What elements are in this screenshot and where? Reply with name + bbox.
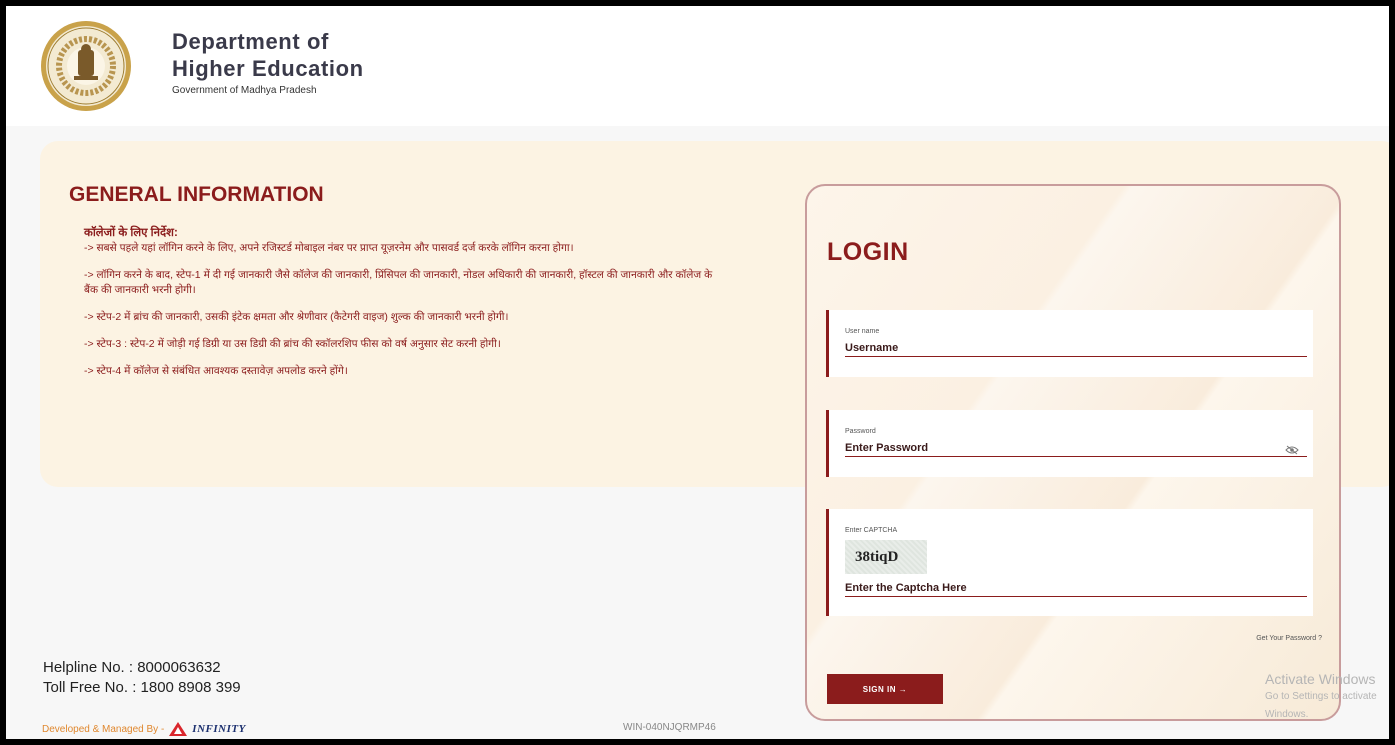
infinity-logo-icon xyxy=(169,722,188,736)
instructions: कॉलेजों के लिए निर्देश: -> सबसे पहले यहा… xyxy=(84,226,724,391)
activate-windows-line1: Activate Windows xyxy=(1265,671,1376,687)
developed-by-label: Developed & Managed By - xyxy=(42,723,165,735)
page: Department of Higher Education Governmen… xyxy=(6,6,1389,739)
captcha-image: 38tiqD xyxy=(845,540,927,574)
password-label: Password xyxy=(845,428,876,435)
login-card: LOGIN User name Password Enter CAPTCHA 3… xyxy=(805,184,1341,721)
machine-id: WIN-040NJQRMP46 xyxy=(623,722,716,733)
state-emblem-icon xyxy=(41,21,131,111)
helpline-info: Helpline No. : 8000063632 Toll Free No. … xyxy=(43,658,241,698)
department-title-line1: Department of xyxy=(172,29,329,54)
developer-credit: Developed & Managed By - INFINITY xyxy=(42,722,246,736)
sign-in-button[interactable]: SIGN IN → xyxy=(827,674,943,704)
instruction-item: -> सबसे पहले यहां लॉगिन करने के लिए, अपन… xyxy=(84,242,574,254)
infinity-logo-text: INFINITY xyxy=(192,723,246,735)
get-password-link[interactable]: Get Your Password ? xyxy=(1256,635,1322,642)
username-field-box: User name xyxy=(826,310,1313,377)
instruction-item: -> स्टेप-2 में ब्रांच की जानकारी, उसकी इ… xyxy=(84,311,509,323)
instructions-heading: कॉलेजों के लिए निर्देश: xyxy=(84,227,178,239)
instruction-item: -> स्टेप-3 : स्टेप-2 में जोड़ी गई डिग्री… xyxy=(84,338,501,350)
header: Department of Higher Education Governmen… xyxy=(6,6,1389,126)
tollfree-number: Toll Free No. : 1800 8908 399 xyxy=(43,679,241,696)
captcha-input[interactable] xyxy=(845,582,1307,597)
password-input[interactable] xyxy=(845,442,1307,457)
login-title: LOGIN xyxy=(827,238,909,266)
username-label: User name xyxy=(845,328,880,335)
username-input[interactable] xyxy=(845,342,1307,357)
government-subtitle: Government of Madhya Pradesh xyxy=(172,85,317,96)
activate-windows-line2: Go to Settings to activate Windows. xyxy=(1265,691,1377,720)
department-title-line2: Higher Education xyxy=(172,56,364,81)
captcha-label: Enter CAPTCHA xyxy=(845,527,898,534)
general-info-title: GENERAL INFORMATION xyxy=(69,183,324,206)
activate-windows-watermark: Activate Windows Go to Settings to activ… xyxy=(1265,670,1389,724)
instruction-item: -> स्टेप-4 में कॉलेज से संबंधित आवश्यक द… xyxy=(84,365,348,377)
department-title: Department of Higher Education xyxy=(172,28,364,82)
captcha-field-box: Enter CAPTCHA 38tiqD xyxy=(826,509,1313,616)
eye-slash-icon[interactable] xyxy=(1285,445,1299,455)
helpline-number: Helpline No. : 8000063632 xyxy=(43,659,221,676)
password-field-box: Password xyxy=(826,410,1313,477)
instruction-item: -> लॉगिन करने के बाद, स्टेप-1 में दी गई … xyxy=(84,269,713,296)
